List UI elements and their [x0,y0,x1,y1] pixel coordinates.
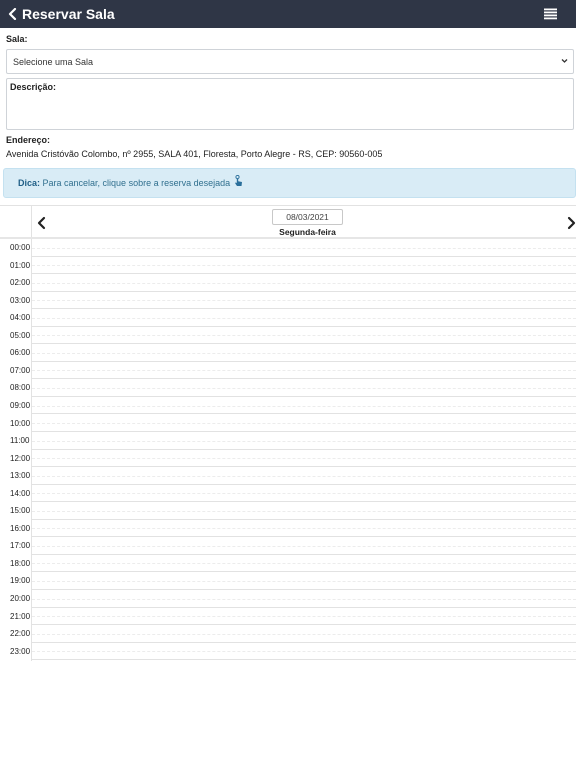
hour-label: 22:00 [10,629,31,639]
hamburger-menu-icon [544,8,557,20]
chevron-down-icon [561,59,568,63]
tip-message: Para cancelar, clique sobre a reserva de… [40,178,231,188]
half-hour-divider [32,528,576,530]
half-hour-divider [32,651,576,653]
hour-label: 20:00 [10,594,31,603]
hour-label: 13:00 [10,471,31,481]
descricao-label: Descrição: [10,82,57,92]
hour-label: 04:00 [10,313,31,323]
time-slot-row: 14:00 [0,485,576,503]
menu-button[interactable] [544,8,557,20]
time-slot-row: 05:00 [0,327,576,345]
time-slot-row: 16:00 [0,520,576,538]
hour-label: 03:00 [10,295,31,305]
half-hour-divider [32,616,576,618]
hour-label: 02:00 [10,278,31,288]
hour-label: 17:00 [10,541,31,551]
endereco-value: Avenida Cristóvão Colombo, nº 2955, SALA… [6,149,383,159]
back-button[interactable] [2,0,22,28]
hour-label: 07:00 [10,365,31,375]
hour-label: 21:00 [10,611,31,621]
hour-label: 01:00 [10,260,31,270]
time-slot-row: 13:00 [0,467,576,485]
hour-label: 15:00 [10,506,31,516]
app-header: Reservar Sala [0,0,576,28]
time-slot-row: 11:00 [0,432,576,450]
half-hour-divider [32,581,576,583]
time-slot-row: 19:00 [0,572,576,590]
hour-label: 05:00 [10,330,31,340]
sala-select[interactable]: Selecione uma Sala [6,49,574,74]
chevron-left-icon [8,8,16,20]
half-hour-divider [32,300,576,302]
half-hour-divider [32,317,576,319]
half-hour-divider [32,475,576,477]
day-name: Segunda-feira [279,227,336,237]
time-slot-row: 23:00 [0,643,576,661]
date-input[interactable]: 08/03/2021 [272,209,343,225]
time-slot-row: 18:00 [0,555,576,573]
hour-label: 19:00 [10,576,31,586]
time-slot-row: 02:00 [0,274,576,292]
tip-bold: Dica: [18,178,41,188]
time-slot-row: 00:00 [0,239,576,257]
next-day-button[interactable] [566,216,576,230]
sala-select-value: Selecione uma Sala [13,57,94,67]
time-slot-row: 15:00 [0,502,576,520]
half-hour-divider [32,423,576,425]
time-slot-row: 20:00 [0,590,576,608]
time-slot-row: 04:00 [0,309,576,327]
hour-label: 09:00 [10,400,31,410]
hour-label: 16:00 [10,523,31,533]
hour-label: 10:00 [10,418,31,428]
tip-text: Dica: Para cancelar, clique sobre a rese… [18,178,230,188]
hour-label: 18:00 [10,558,31,568]
hour-label: 14:00 [10,488,31,498]
page-title: Reservar Sala [22,6,115,22]
hour-label: 00:00 [10,243,31,252]
time-slot-row: 01:00 [0,257,576,275]
half-hour-divider [32,387,576,389]
half-hour-divider [32,247,576,249]
half-hour-divider [32,440,576,442]
half-hour-divider [32,510,576,512]
hour-label: 23:00 [10,646,31,656]
hour-divider [32,659,576,661]
time-slot-row: 07:00 [0,362,576,380]
half-hour-divider [32,405,576,407]
calendar-gutter [31,206,32,240]
sala-label: Sala: [6,34,28,44]
hour-label: 08:00 [10,383,31,393]
time-slot-row: 17:00 [0,537,576,555]
time-slot-row: 22:00 [0,625,576,643]
half-hour-divider [32,352,576,354]
tip-alert: Dica: Para cancelar, clique sobre a rese… [3,168,576,198]
time-slot-row: 12:00 [0,450,576,468]
half-hour-divider [32,370,576,372]
time-slot-row: 10:00 [0,415,576,432]
hour-label: 12:00 [10,453,31,463]
calendar-header: 08/03/2021 Segunda-feira [0,205,576,240]
endereco-label: Endereço: [6,135,51,145]
time-slot-row: 09:00 [0,397,576,415]
tap-hand-icon [235,175,243,186]
hour-label: 11:00 [10,436,30,446]
time-slot-row: 08:00 [0,379,576,397]
prev-day-button[interactable] [36,216,48,230]
half-hour-divider [32,545,576,547]
calendar-day-grid: 00:00 01:00 02:00 03:00 04:00 05:00 06:00 07:00… [0,239,576,661]
half-hour-divider [32,493,576,495]
hour-label: 06:00 [10,348,31,358]
half-hour-divider [32,335,576,337]
time-slot-row: 06:00 [0,344,576,362]
half-hour-divider [32,598,576,600]
half-hour-divider [32,282,576,284]
half-hour-divider [32,265,576,267]
time-slot-row: 21:00 [0,608,576,626]
descricao-field[interactable]: Descrição: [6,78,574,130]
half-hour-divider [32,563,576,565]
half-hour-divider [32,458,576,460]
time-slot-row: 03:00 [0,292,576,310]
half-hour-divider [32,633,576,635]
